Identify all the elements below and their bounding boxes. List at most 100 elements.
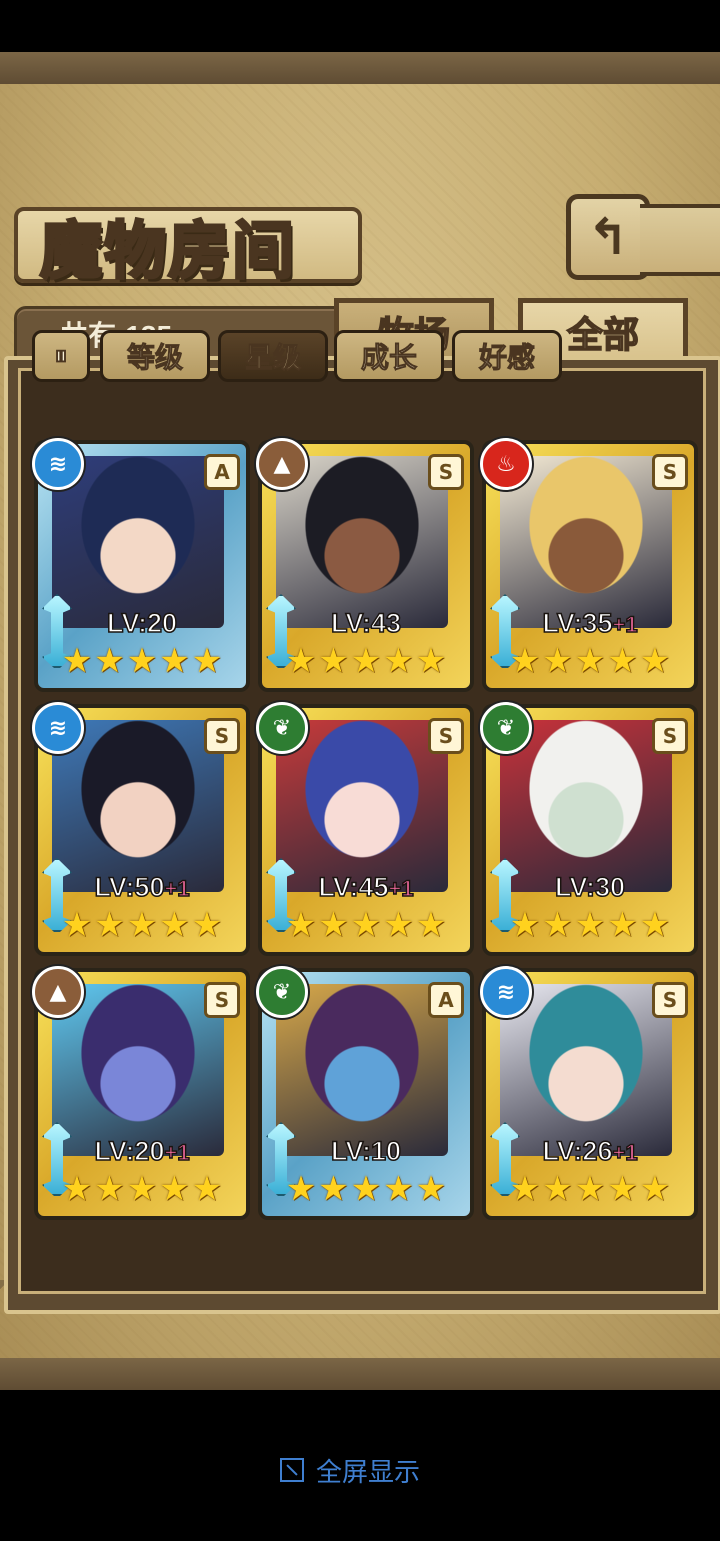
- rank-badge: S: [428, 454, 464, 490]
- rank-badge: S: [652, 982, 688, 1018]
- rank-badge: S: [204, 982, 240, 1018]
- monster-portrait: [276, 984, 448, 1156]
- filter-growth-button[interactable]: 成长: [334, 330, 444, 382]
- star-icon: ★: [94, 1169, 125, 1209]
- level-text: LV:35: [542, 607, 614, 639]
- rank-badge: S: [652, 454, 688, 490]
- sort-toggle-button[interactable]: ⏸: [32, 330, 90, 382]
- rank-badge: S: [428, 718, 464, 754]
- monster-portrait: [276, 456, 448, 628]
- monster-level: LV:45+1: [262, 871, 470, 903]
- monster-portrait: [500, 456, 672, 628]
- rank-badge: S: [204, 718, 240, 754]
- level-text: LV:20: [94, 1135, 166, 1167]
- level-bonus: +1: [388, 875, 415, 902]
- star-icon: ★: [350, 641, 382, 681]
- star-icon: ★: [383, 1169, 414, 1209]
- star-icon: ★: [350, 905, 382, 945]
- level-text: LV:26: [542, 1135, 614, 1167]
- star-icon: ★: [509, 905, 541, 945]
- monster-card[interactable]: ▲ S LV:43 ★ ★ ★ ★ ★: [256, 438, 474, 692]
- monster-card[interactable]: ❦ A LV:10 ★ ★ ★ ★ ★: [256, 966, 474, 1220]
- star-icon: ★: [574, 905, 606, 945]
- star-icon: ★: [383, 905, 414, 945]
- star-rating: ★ ★ ★ ★ ★: [498, 1170, 682, 1208]
- level-text: LV:20: [106, 607, 178, 639]
- star-icon: ★: [318, 905, 349, 945]
- monster-portrait: [276, 720, 448, 892]
- water-element-icon: ≋: [32, 702, 84, 754]
- rank-badge: S: [652, 718, 688, 754]
- rank-badge: A: [204, 454, 240, 490]
- monster-card[interactable]: ❦ S LV:45+1 ★ ★ ★ ★ ★: [256, 702, 474, 956]
- monster-level: LV:10: [262, 1135, 470, 1167]
- star-icon: ★: [639, 1169, 671, 1209]
- star-icon: ★: [415, 1169, 447, 1209]
- star-icon: ★: [574, 641, 606, 681]
- water-element-icon: ≋: [480, 966, 532, 1018]
- star-icon: ★: [607, 905, 638, 945]
- star-icon: ★: [285, 1169, 317, 1209]
- level-text: LV:10: [330, 1135, 402, 1167]
- star-rating: ★ ★ ★ ★ ★: [50, 906, 234, 944]
- level-text: LV:45: [318, 871, 390, 903]
- earth-element-icon: ▲: [256, 438, 308, 490]
- back-button[interactable]: ↰: [566, 194, 650, 280]
- star-icon: ★: [415, 905, 447, 945]
- star-icon: ★: [61, 641, 93, 681]
- level-bonus: +1: [164, 1139, 191, 1166]
- monster-card[interactable]: ≋ A LV:20 ★ ★ ★ ★ ★: [32, 438, 250, 692]
- monster-level: LV:20+1: [38, 1135, 246, 1167]
- star-icon: ★: [159, 905, 190, 945]
- star-icon: ★: [542, 641, 573, 681]
- star-icon: ★: [285, 905, 317, 945]
- filter-level-button[interactable]: 等级: [100, 330, 210, 382]
- filter-stars-button[interactable]: 星级: [218, 330, 328, 382]
- monster-portrait: [52, 456, 224, 628]
- monster-card[interactable]: ❦ S LV:30 ★ ★ ★ ★ ★: [480, 702, 698, 956]
- star-icon: ★: [94, 641, 125, 681]
- star-icon: ★: [509, 1169, 541, 1209]
- star-icon: ★: [509, 641, 541, 681]
- monster-card[interactable]: ♨ S LV:35+1 ★ ★ ★ ★ ★: [480, 438, 698, 692]
- fullscreen-button[interactable]: 全屏显示: [280, 1452, 420, 1488]
- earth-element-icon: ▲: [32, 966, 84, 1018]
- star-rating: ★ ★ ★ ★ ★: [50, 642, 234, 680]
- star-icon: ★: [383, 641, 414, 681]
- star-icon: ★: [159, 1169, 190, 1209]
- water-element-icon: ≋: [32, 438, 84, 490]
- star-icon: ★: [350, 1169, 382, 1209]
- monster-portrait: [500, 984, 672, 1156]
- fullscreen-icon: [280, 1458, 304, 1482]
- star-icon: ★: [318, 1169, 349, 1209]
- level-text: LV:43: [330, 607, 402, 639]
- monster-level: LV:26+1: [486, 1135, 694, 1167]
- fullscreen-label: 全屏显示: [316, 1457, 421, 1488]
- star-icon: ★: [639, 641, 671, 681]
- page-title: 魔物房间: [38, 213, 297, 289]
- rank-badge: A: [428, 982, 464, 1018]
- star-icon: ★: [126, 641, 158, 681]
- star-icon: ★: [607, 1169, 638, 1209]
- wood-element-icon: ❦: [256, 966, 308, 1018]
- level-text: LV:50: [94, 871, 166, 903]
- star-icon: ★: [607, 641, 638, 681]
- filter-affection-button[interactable]: 好感: [452, 330, 562, 382]
- monster-portrait: [500, 720, 672, 892]
- star-icon: ★: [191, 641, 223, 681]
- back-button-extension: [640, 204, 720, 276]
- star-icon: ★: [542, 905, 573, 945]
- star-icon: ★: [191, 1169, 223, 1209]
- monster-level: LV:35+1: [486, 607, 694, 639]
- star-icon: ★: [159, 641, 190, 681]
- monster-card[interactable]: ≋ S LV:50+1 ★ ★ ★ ★ ★: [32, 702, 250, 956]
- star-icon: ★: [318, 641, 349, 681]
- monster-card[interactable]: ▲ S LV:20+1 ★ ★ ★ ★ ★: [32, 966, 250, 1220]
- wood-element-icon: ❦: [480, 702, 532, 754]
- star-icon: ★: [94, 905, 125, 945]
- monster-card[interactable]: ≋ S LV:26+1 ★ ★ ★ ★ ★: [480, 966, 698, 1220]
- monster-level: LV:50+1: [38, 871, 246, 903]
- fire-element-icon: ♨: [480, 438, 532, 490]
- star-rating: ★ ★ ★ ★ ★: [274, 1170, 458, 1208]
- monster-level: LV:20: [38, 607, 246, 639]
